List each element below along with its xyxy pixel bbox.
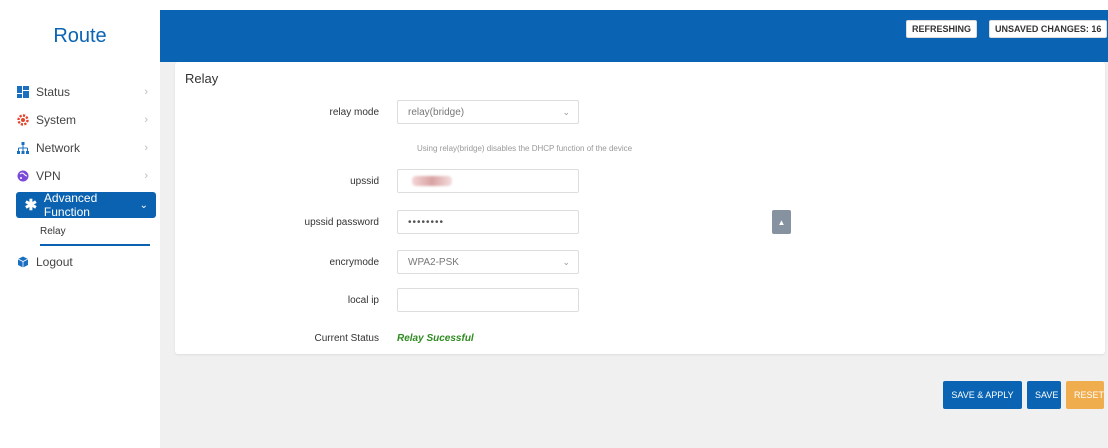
- encrymode-row: encrymode WPA2-PSK ⌄: [175, 248, 1105, 276]
- chevron-down-icon: ⌄: [562, 106, 570, 117]
- encrymode-label: encrymode: [329, 256, 379, 268]
- unsaved-changes-badge[interactable]: UNSAVED CHANGES: 16: [989, 20, 1108, 38]
- upssid-password-row: upssid password •••••••• ▲: [175, 208, 1105, 236]
- chevron-right-icon: ›: [144, 114, 148, 126]
- local-ip-label: local ip: [347, 294, 379, 306]
- sidebar-item-label: Status: [36, 85, 71, 99]
- relay-mode-select[interactable]: relay(bridge) ⌄: [397, 100, 579, 124]
- upssid-password-label: upssid password: [304, 216, 379, 228]
- relay-mode-value: relay(bridge): [408, 106, 465, 118]
- network-icon: [16, 141, 30, 155]
- globe-icon: [16, 169, 30, 183]
- chevron-down-icon: ⌄: [562, 256, 570, 267]
- sidebar-subitem-relay[interactable]: Relay: [40, 220, 150, 246]
- sidebar-item-label: VPN: [36, 169, 61, 183]
- save-button[interactable]: SAVE: [1027, 381, 1061, 409]
- reset-button[interactable]: RESET: [1066, 381, 1104, 409]
- relay-mode-row: relay mode relay(bridge) ⌄: [175, 98, 1105, 126]
- encrymode-value: WPA2-PSK: [408, 256, 459, 268]
- chevron-right-icon: ›: [144, 86, 148, 98]
- current-status-row: Current Status Relay Sucessful: [175, 324, 1105, 352]
- password-value: ••••••••: [408, 216, 445, 228]
- gear-icon: [16, 113, 30, 127]
- show-password-button[interactable]: ▲: [772, 210, 791, 234]
- sidebar-item-vpn[interactable]: VPN ›: [0, 162, 160, 190]
- sidebar-item-network[interactable]: Network ›: [0, 134, 160, 162]
- top-header: REFRESHING UNSAVED CHANGES: 16: [160, 10, 1108, 62]
- sidebar-item-advanced-function[interactable]: ✱ Advanced Function ⌄: [16, 191, 156, 219]
- encrymode-select[interactable]: WPA2-PSK ⌄: [397, 250, 579, 274]
- brand-title: Route: [53, 25, 107, 47]
- logout-icon: [16, 255, 30, 269]
- dashboard-icon: [16, 85, 30, 99]
- relay-mode-hint: Using relay(bridge) disables the DHCP fu…: [417, 144, 633, 153]
- sidebar-item-status[interactable]: Status ›: [0, 78, 160, 106]
- upssid-row: upssid: [175, 167, 1105, 195]
- sidebar-item-system[interactable]: System ›: [0, 106, 160, 134]
- local-ip-input[interactable]: [397, 288, 579, 312]
- sidebar-item-label: Network: [36, 141, 81, 155]
- save-apply-button[interactable]: SAVE & APPLY: [943, 381, 1022, 409]
- upssid-input[interactable]: [397, 169, 579, 193]
- redacted-value: [412, 176, 452, 186]
- sidebar: Route Status › System › Network › VPN › …: [0, 10, 161, 448]
- upssid-label: upssid: [350, 175, 379, 187]
- card-title: Relay: [185, 71, 219, 86]
- upssid-password-input[interactable]: ••••••••: [397, 210, 579, 234]
- current-status-label: Current Status: [314, 332, 379, 344]
- sidebar-item-label: System: [36, 113, 77, 127]
- sidebar-item-label: Logout: [36, 255, 73, 269]
- local-ip-row: local ip: [175, 286, 1105, 314]
- reveal-icon: ▲: [777, 217, 786, 227]
- relay-card: Relay relay mode relay(bridge) ⌄ Using r…: [175, 62, 1105, 354]
- sidebar-item-label: Advanced Function: [43, 191, 98, 219]
- refreshing-badge[interactable]: REFRESHING: [906, 20, 978, 38]
- chevron-right-icon: ›: [144, 142, 148, 154]
- asterisk-icon: ✱: [24, 197, 38, 214]
- sidebar-nav: Status › System › Network › VPN › ✱ Adva…: [0, 78, 160, 276]
- sidebar-item-logout[interactable]: Logout: [0, 248, 160, 276]
- current-status-value: Relay Sucessful: [397, 332, 474, 344]
- relay-mode-label: relay mode: [329, 106, 379, 118]
- chevron-right-icon: ›: [144, 170, 148, 182]
- chevron-down-icon: ⌄: [139, 199, 148, 211]
